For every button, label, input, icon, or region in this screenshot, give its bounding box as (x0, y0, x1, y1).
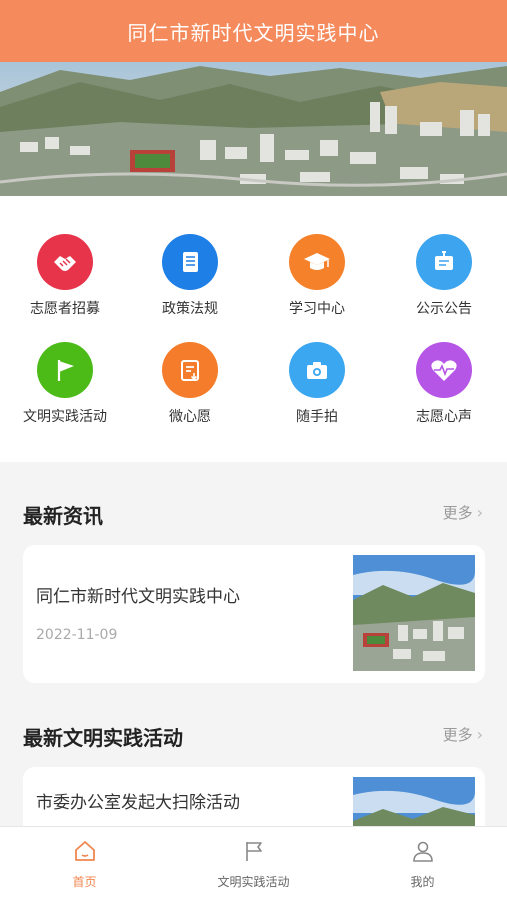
grid-item-voice[interactable]: 志愿心声 (381, 342, 507, 426)
tab-label: 我的 (410, 875, 435, 889)
flag-icon (242, 839, 266, 867)
grid-item-civilization-activity[interactable]: 文明实践活动 (2, 342, 128, 426)
news-item-title: 同仁市新时代文明实践中心 (36, 587, 240, 607)
banner-image[interactable] (0, 62, 507, 196)
document-icon (162, 234, 218, 290)
grid-item-label: 公示公告 (416, 301, 472, 317)
page-title: 同仁市新时代文明实践中心 (127, 20, 380, 45)
graduation-cap-icon (289, 234, 345, 290)
tab-home[interactable]: 首页 (0, 839, 169, 890)
activities-section-title: 最新文明实践活动 (23, 726, 183, 750)
notice-board-icon (416, 234, 472, 290)
more-label: 更多 (442, 726, 473, 744)
grid-item-label: 学习中心 (289, 301, 345, 317)
grid-item-snapshot[interactable]: 随手拍 (254, 342, 380, 426)
grid-item-label: 志愿心声 (416, 409, 472, 425)
grid-item-volunteer-recruit[interactable]: 志愿者招募 (2, 234, 128, 318)
grid-item-label: 文明实践活动 (23, 409, 107, 425)
news-item-date: 2022-11-09 (36, 627, 118, 643)
grid-item-micro-wish[interactable]: 微心愿 (127, 342, 253, 426)
home-icon (73, 839, 97, 867)
tab-label: 首页 (72, 875, 97, 889)
grid-item-notice[interactable]: 公示公告 (381, 234, 507, 318)
grid-item-study[interactable]: 学习中心 (254, 234, 380, 318)
grid-item-label: 随手拍 (296, 409, 338, 425)
activity-item-title: 市委办公室发起大扫除活动 (36, 793, 240, 813)
handshake-icon (37, 234, 93, 290)
grid-item-label: 政策法规 (162, 301, 218, 317)
feature-grid: 志愿者招募 政策法规 学习中心 公示公告 文明实践活动 微心愿 随手拍 志愿心声 (0, 196, 507, 462)
activities-more-link[interactable]: 更多 › (443, 724, 483, 745)
flag-icon (37, 342, 93, 398)
news-section-title: 最新资讯 (23, 504, 103, 528)
camera-icon (289, 342, 345, 398)
news-more-link[interactable]: 更多 › (443, 502, 483, 523)
tab-label: 文明实践活动 (217, 875, 290, 889)
news-card[interactable]: 同仁市新时代文明实践中心 2022-11-09 (23, 545, 485, 683)
grid-item-label: 志愿者招募 (30, 301, 100, 317)
tab-mine[interactable]: 我的 (338, 839, 507, 890)
news-thumbnail (353, 555, 475, 671)
grid-item-policy[interactable]: 政策法规 (127, 234, 253, 318)
bottom-tab-bar: 首页 文明实践活动 我的 (0, 826, 507, 900)
wish-list-icon (162, 342, 218, 398)
heart-pulse-icon (416, 342, 472, 398)
tab-civilization-activity[interactable]: 文明实践活动 (169, 839, 338, 890)
chevron-right-icon: › (476, 725, 483, 744)
user-icon (411, 839, 435, 867)
grid-item-label: 微心愿 (169, 409, 211, 425)
more-label: 更多 (442, 504, 473, 522)
app-header: 同仁市新时代文明实践中心 (0, 0, 507, 62)
chevron-right-icon: › (476, 503, 483, 522)
